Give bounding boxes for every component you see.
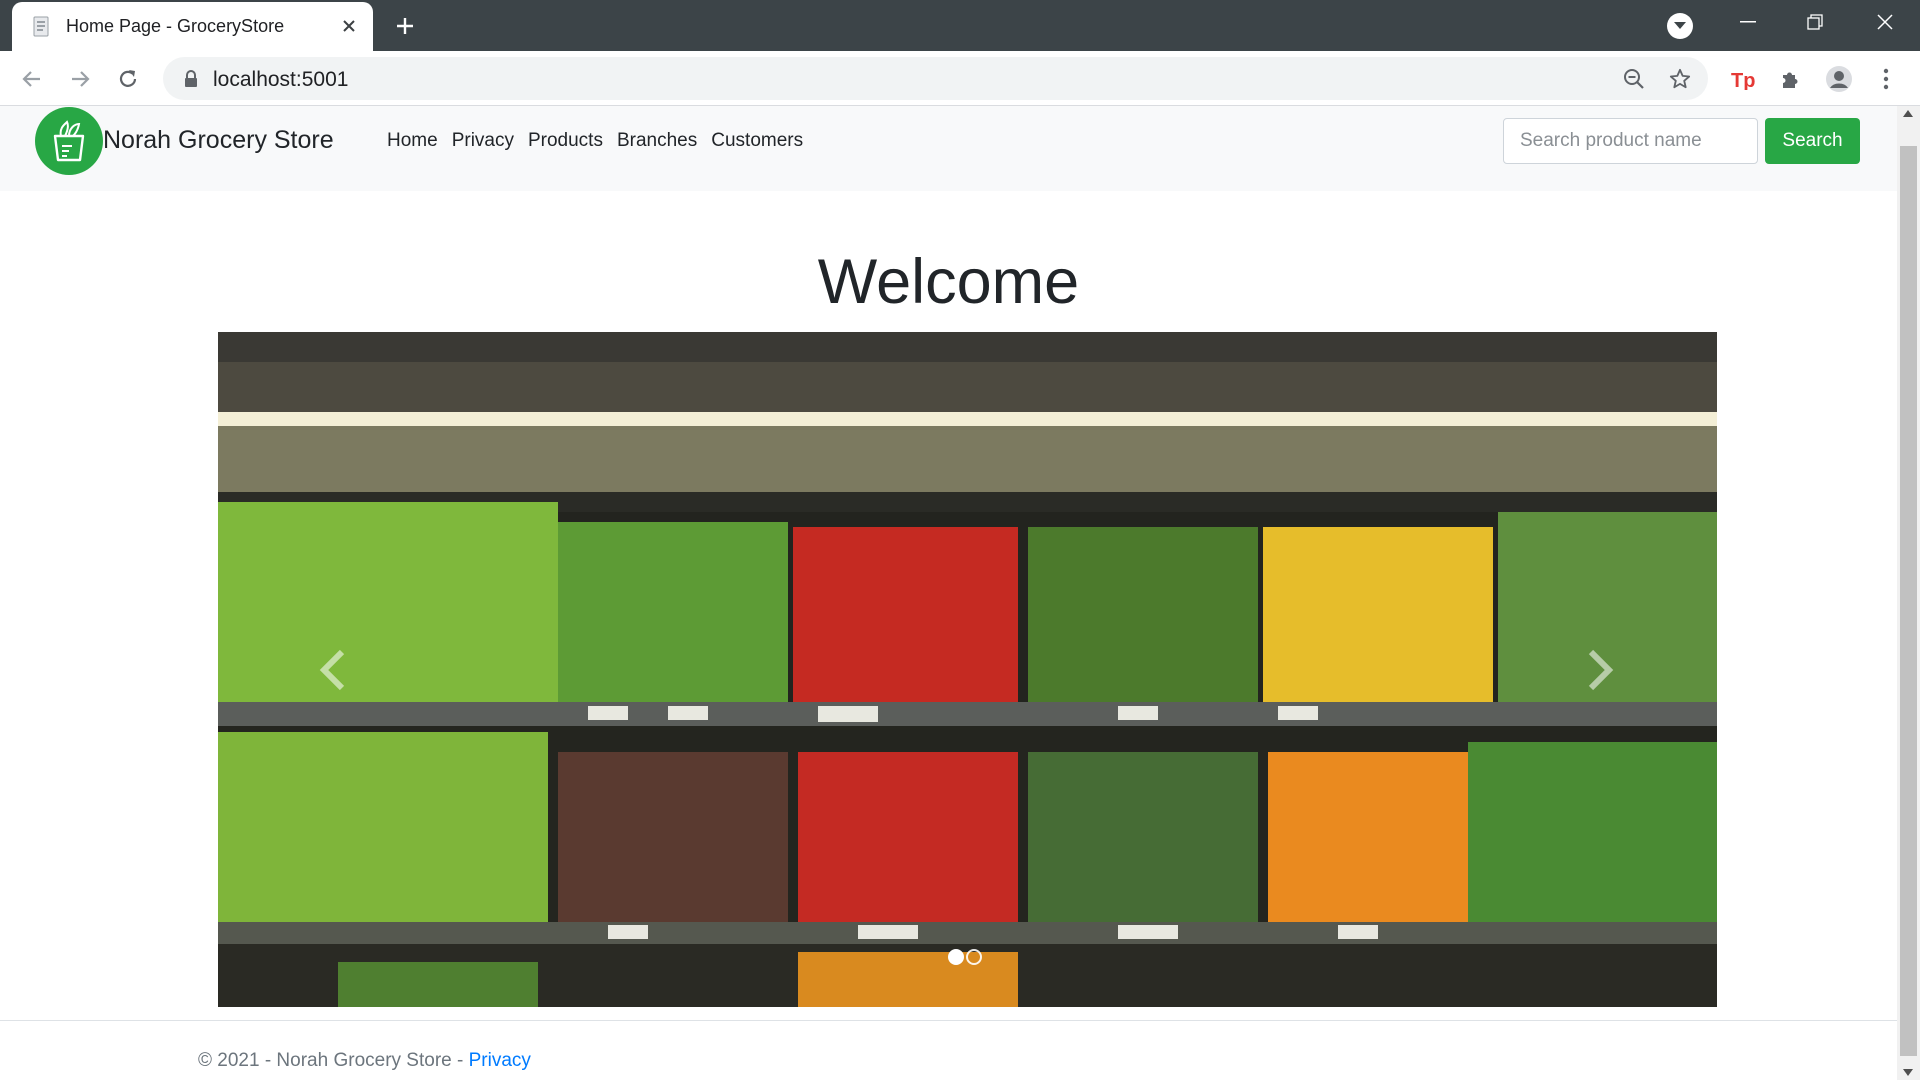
scroll-up-arrow-icon[interactable] — [1903, 110, 1913, 117]
nav-link-branches[interactable]: Branches — [617, 130, 697, 152]
close-tab-icon[interactable] — [335, 12, 363, 40]
carousel-indicator-1[interactable] — [948, 949, 964, 965]
scroll-down-arrow-icon[interactable] — [1903, 1069, 1913, 1076]
brand-name[interactable]: Norah Grocery Store — [103, 126, 334, 155]
browser-toolbar: localhost:5001 Tp — [0, 51, 1920, 106]
forward-icon[interactable] — [63, 62, 97, 96]
search-button[interactable]: Search — [1765, 118, 1860, 164]
page-favicon-icon — [32, 16, 52, 38]
new-tab-icon[interactable] — [390, 11, 420, 41]
carousel-indicator-2[interactable] — [966, 949, 982, 965]
footer-privacy-link[interactable]: Privacy — [469, 1050, 531, 1071]
footer-divider — [0, 1020, 1897, 1021]
produce-shelf-image — [218, 332, 1717, 1007]
zoom-icon[interactable] — [1619, 64, 1649, 94]
browser-tab[interactable]: Home Page - GroceryStore — [12, 2, 373, 51]
main-nav: Home Privacy Products Branches Customers — [387, 130, 803, 152]
scrollbar-thumb[interactable] — [1900, 146, 1917, 1056]
browser-menu-icon[interactable] — [1869, 62, 1903, 96]
url-text[interactable]: localhost:5001 — [213, 68, 348, 92]
address-bar[interactable]: localhost:5001 — [163, 57, 1708, 100]
store-logo-icon[interactable] — [35, 107, 103, 175]
nav-link-home[interactable]: Home — [387, 130, 438, 152]
extensions-puzzle-icon[interactable] — [1774, 62, 1808, 96]
bookmark-star-icon[interactable] — [1665, 64, 1695, 94]
close-window-icon[interactable] — [1855, 0, 1915, 44]
carousel-prev-button[interactable] — [303, 632, 363, 708]
page-scrollbar[interactable] — [1897, 106, 1920, 1080]
back-icon[interactable] — [15, 62, 49, 96]
product-search-input[interactable] — [1503, 118, 1758, 164]
restore-icon[interactable] — [1785, 0, 1845, 44]
svg-text:Tp: Tp — [1731, 70, 1755, 90]
browser-tab-strip: Home Page - GroceryStore — [0, 0, 1920, 51]
profile-avatar-icon[interactable] — [1822, 62, 1856, 96]
reload-icon[interactable] — [111, 62, 145, 96]
minimize-icon[interactable] — [1718, 0, 1778, 44]
nav-link-products[interactable]: Products — [528, 130, 603, 152]
carousel-next-button[interactable] — [1570, 632, 1630, 708]
nav-link-customers[interactable]: Customers — [711, 130, 803, 152]
tab-search-icon[interactable] — [1667, 13, 1693, 39]
footer-copyright: © 2021 - Norah Grocery Store - — [198, 1050, 469, 1071]
tp-extension-icon[interactable]: Tp — [1726, 62, 1760, 96]
page-viewport: Norah Grocery Store Home Privacy Product… — [0, 106, 1897, 1080]
page-title: Welcome — [817, 247, 1080, 317]
site-footer: © 2021 - Norah Grocery Store - Privacy — [198, 1050, 531, 1072]
lock-icon[interactable] — [183, 70, 199, 88]
site-navbar: Norah Grocery Store Home Privacy Product… — [0, 106, 1897, 191]
hero-carousel[interactable] — [218, 332, 1717, 1007]
carousel-indicators — [948, 949, 982, 965]
tab-title: Home Page - GroceryStore — [66, 16, 285, 36]
nav-link-privacy[interactable]: Privacy — [452, 130, 514, 152]
